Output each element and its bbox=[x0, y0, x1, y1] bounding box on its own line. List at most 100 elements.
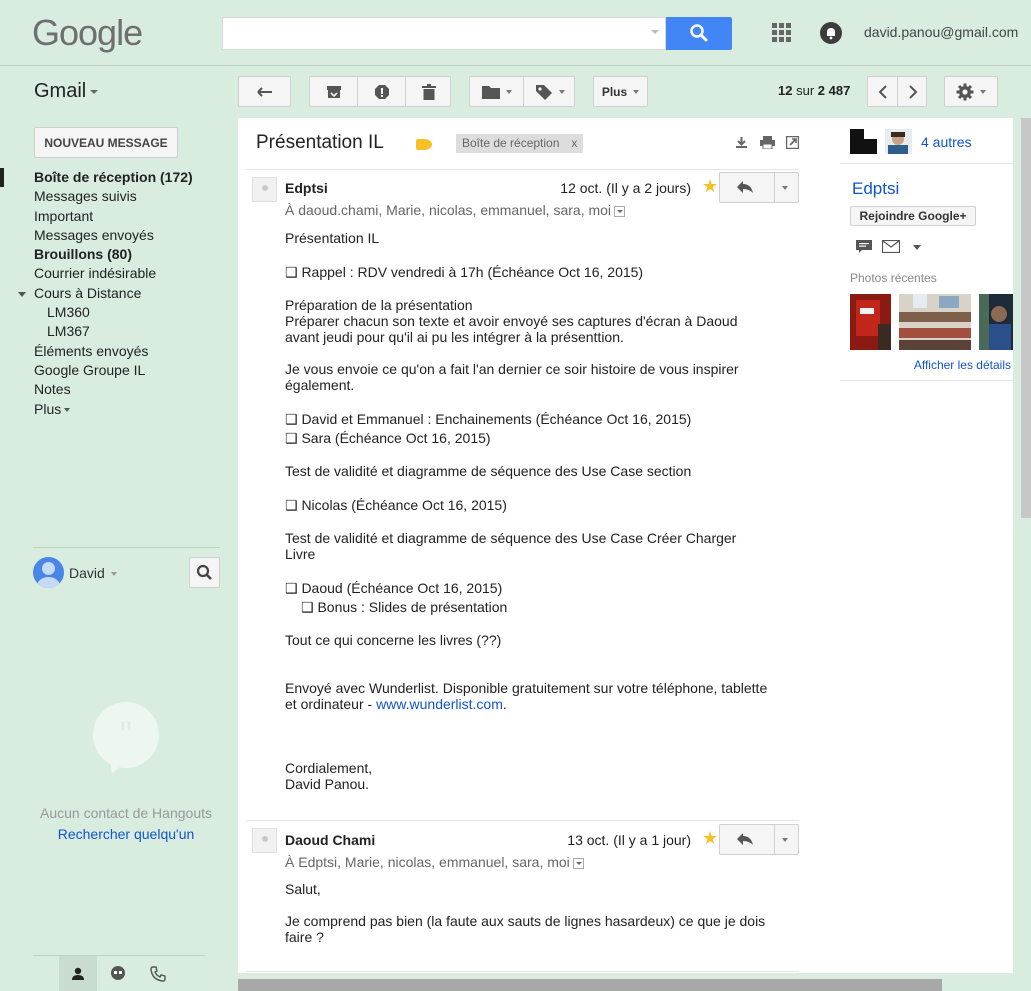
sidebar-item-starred[interactable]: Messages suivis bbox=[0, 187, 230, 206]
sidebar-item-lm360[interactable]: LM360 bbox=[0, 303, 230, 322]
back-button[interactable] bbox=[238, 76, 291, 107]
hangouts-empty-text: Aucun contact de Hangouts bbox=[39, 805, 212, 821]
contact-name[interactable]: Edptsi bbox=[852, 179, 899, 199]
sender-name[interactable]: Edptsi bbox=[285, 180, 328, 196]
avatar[interactable] bbox=[33, 557, 64, 588]
spam-icon bbox=[374, 84, 389, 99]
reply-button[interactable] bbox=[719, 172, 799, 203]
delete-button[interactable] bbox=[406, 77, 452, 106]
sidebar-item-google-groupe-il[interactable]: Google Groupe IL bbox=[0, 361, 230, 380]
recent-photo[interactable] bbox=[899, 294, 971, 350]
wunderlist-link[interactable]: www.wunderlist.com bbox=[376, 696, 503, 712]
star-icon[interactable]: ★ bbox=[702, 828, 718, 849]
sidebar-item-cours-a-distance[interactable]: Cours à Distance bbox=[0, 284, 230, 303]
calls-tab[interactable] bbox=[139, 956, 177, 991]
divider bbox=[246, 820, 799, 821]
report-spam-button[interactable] bbox=[358, 77, 405, 106]
sidebar-item-spam[interactable]: Courrier indésirable bbox=[0, 264, 230, 283]
search-input[interactable] bbox=[222, 17, 666, 50]
message-date[interactable]: 12 oct. (Il y a 2 jours) bbox=[560, 180, 691, 196]
divider bbox=[246, 169, 799, 170]
task-item: ❑ Sara (Échéance Oct 16, 2015) bbox=[285, 430, 491, 446]
sidebar-item-sent[interactable]: Messages envoyés bbox=[0, 226, 230, 245]
phone-icon bbox=[150, 966, 166, 982]
contacts-tab[interactable] bbox=[59, 956, 97, 991]
reply-button[interactable] bbox=[719, 824, 799, 855]
recent-photo[interactable] bbox=[979, 294, 1013, 350]
compose-button[interactable]: NOUVEAU MESSAGE bbox=[34, 127, 178, 158]
chevron-right-icon bbox=[908, 84, 917, 99]
search-icon bbox=[690, 24, 708, 42]
recipients-text: À Edptsi, Marie, nicolas, emmanuel, sara… bbox=[285, 854, 570, 870]
participant-avatar[interactable] bbox=[885, 129, 912, 154]
participant-avatar[interactable] bbox=[850, 129, 877, 154]
horizontal-scrollbar[interactable] bbox=[238, 979, 942, 991]
body-text: Envoyé avec Wunderlist. Disponible gratu… bbox=[285, 680, 768, 696]
divider bbox=[840, 163, 1013, 164]
vertical-scrollbar[interactable] bbox=[1021, 118, 1031, 518]
hangouts-user[interactable]: David bbox=[69, 565, 117, 581]
gmail-menu[interactable]: Gmail bbox=[34, 80, 99, 103]
newer-button[interactable] bbox=[868, 77, 897, 106]
show-details-link[interactable]: Afficher les détails bbox=[914, 358, 1011, 372]
settings-button[interactable] bbox=[944, 76, 998, 107]
signature: Cordialement, bbox=[285, 760, 373, 776]
body-text: et ordinateur - bbox=[285, 696, 377, 712]
sidebar-item-sent-items[interactable]: Éléments envoyés bbox=[0, 342, 230, 361]
search-options-icon[interactable] bbox=[651, 30, 659, 34]
account-email[interactable]: david.panou@gmail.com bbox=[864, 24, 1018, 40]
body-text: Tout ce qui concerne les livres (??) bbox=[285, 632, 502, 648]
sender-avatar[interactable] bbox=[252, 828, 277, 853]
show-details-icon[interactable] bbox=[614, 205, 626, 217]
top-bar: Google david.panou@gmail.com bbox=[0, 0, 1031, 66]
conversations-tab[interactable] bbox=[99, 956, 137, 991]
apps-grid-icon[interactable] bbox=[772, 23, 792, 43]
sender-name[interactable]: Daoud Chami bbox=[285, 832, 375, 848]
message-date[interactable]: 13 oct. (Il y a 1 jour) bbox=[567, 832, 691, 848]
body-text: Je vous envoie ce qu'on a fait l'an dern… bbox=[285, 361, 739, 377]
recipients-text: À daoud.chami, Marie, nicolas, emmanuel,… bbox=[285, 202, 612, 218]
body-text: avant jeudi pour qu'il ai pu les intégre… bbox=[285, 329, 624, 345]
chat-icon[interactable] bbox=[856, 240, 872, 254]
sidebar-item-drafts[interactable]: Brouillons (80) bbox=[0, 245, 230, 264]
sidebar-item-inbox[interactable]: Boîte de réception (172) bbox=[0, 168, 230, 188]
hangouts-search-button[interactable] bbox=[189, 557, 220, 588]
sidebar-item-important[interactable]: Important bbox=[0, 207, 230, 226]
notifications-bell-icon[interactable] bbox=[820, 22, 842, 44]
others-link[interactable]: 4 autres bbox=[921, 134, 972, 150]
archive-button[interactable] bbox=[310, 77, 357, 106]
body-text: Salut, bbox=[285, 881, 321, 897]
message-2: Daoud Chami 13 oct. (Il y a 1 jour) ★ À … bbox=[246, 820, 799, 973]
find-someone-link[interactable]: Rechercher quelqu'un bbox=[58, 826, 195, 842]
body-text: . bbox=[502, 696, 507, 712]
sidebar-item-notes[interactable]: Notes bbox=[0, 380, 230, 399]
more-actions-chevron-icon[interactable] bbox=[782, 186, 788, 190]
sidebar-item-lm367[interactable]: LM367 bbox=[0, 322, 230, 341]
expand-triangle-icon[interactable] bbox=[18, 291, 26, 297]
star-icon[interactable]: ★ bbox=[702, 176, 718, 197]
chevron-down-icon bbox=[559, 89, 565, 94]
sender-avatar[interactable] bbox=[252, 177, 277, 202]
more-button[interactable]: Plus bbox=[593, 76, 648, 107]
chevron-down-icon[interactable] bbox=[913, 245, 922, 250]
recent-photo[interactable] bbox=[850, 294, 891, 350]
body-text-with-link: et ordinateur - www.wunderlist.com. bbox=[285, 696, 507, 712]
pager-of: sur bbox=[796, 83, 815, 98]
sidebar-item-more[interactable]: Plus bbox=[0, 400, 230, 419]
sidebar-nav: Boîte de réception (172) Messages suivis… bbox=[0, 168, 230, 419]
body-text: Préparer chacun son texte et avoir envoy… bbox=[285, 313, 738, 329]
google-logo[interactable]: Google bbox=[32, 12, 143, 54]
search-button[interactable] bbox=[666, 17, 732, 50]
body-text: Je comprend pas bien (la faute aux sauts… bbox=[285, 913, 766, 929]
show-details-icon[interactable] bbox=[572, 857, 584, 869]
join-google-plus-button[interactable]: Rejoindre Google+ bbox=[850, 206, 976, 226]
archive-icon bbox=[326, 85, 341, 98]
people-side-panel: 4 autres Edptsi Rejoindre Google+ Photos… bbox=[840, 118, 1013, 973]
older-button[interactable] bbox=[898, 77, 927, 106]
mail-icon[interactable] bbox=[881, 239, 900, 254]
sidebar-item-label: Plus bbox=[34, 400, 62, 417]
labels-button[interactable] bbox=[524, 77, 576, 106]
more-actions-chevron-icon[interactable] bbox=[782, 838, 788, 842]
gmail-label: Gmail bbox=[34, 80, 87, 102]
move-to-button[interactable] bbox=[470, 77, 523, 106]
